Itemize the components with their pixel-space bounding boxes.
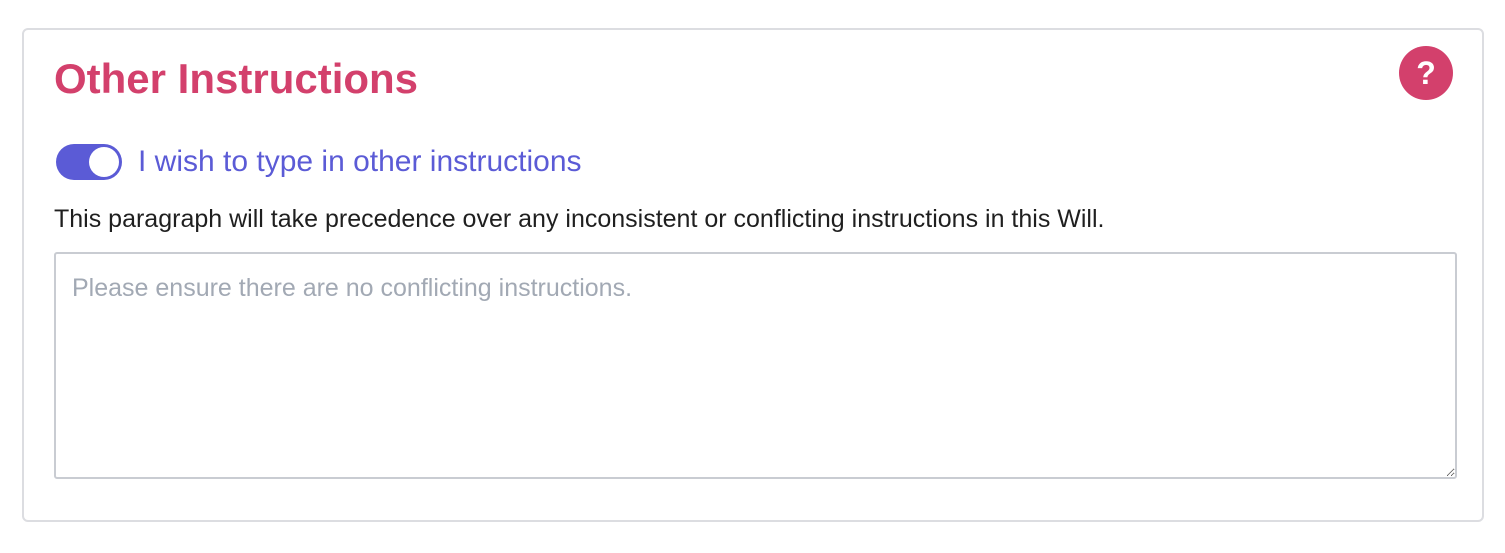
precedence-note: This paragraph will take precedence over… xyxy=(54,205,1105,233)
other-instructions-toggle[interactable] xyxy=(56,144,122,180)
toggle-knob xyxy=(89,147,119,177)
question-mark-icon: ? xyxy=(1416,54,1436,91)
section-title: Other Instructions xyxy=(54,55,419,102)
other-instructions-toggle-row: I wish to type in other instructions xyxy=(56,142,582,182)
help-button[interactable]: ? xyxy=(1399,46,1453,100)
toggle-label[interactable]: I wish to type in other instructions xyxy=(138,142,582,182)
other-instructions-textarea[interactable] xyxy=(54,252,1457,479)
other-instructions-card: Other Instructions ? I wish to type in o… xyxy=(22,28,1484,522)
